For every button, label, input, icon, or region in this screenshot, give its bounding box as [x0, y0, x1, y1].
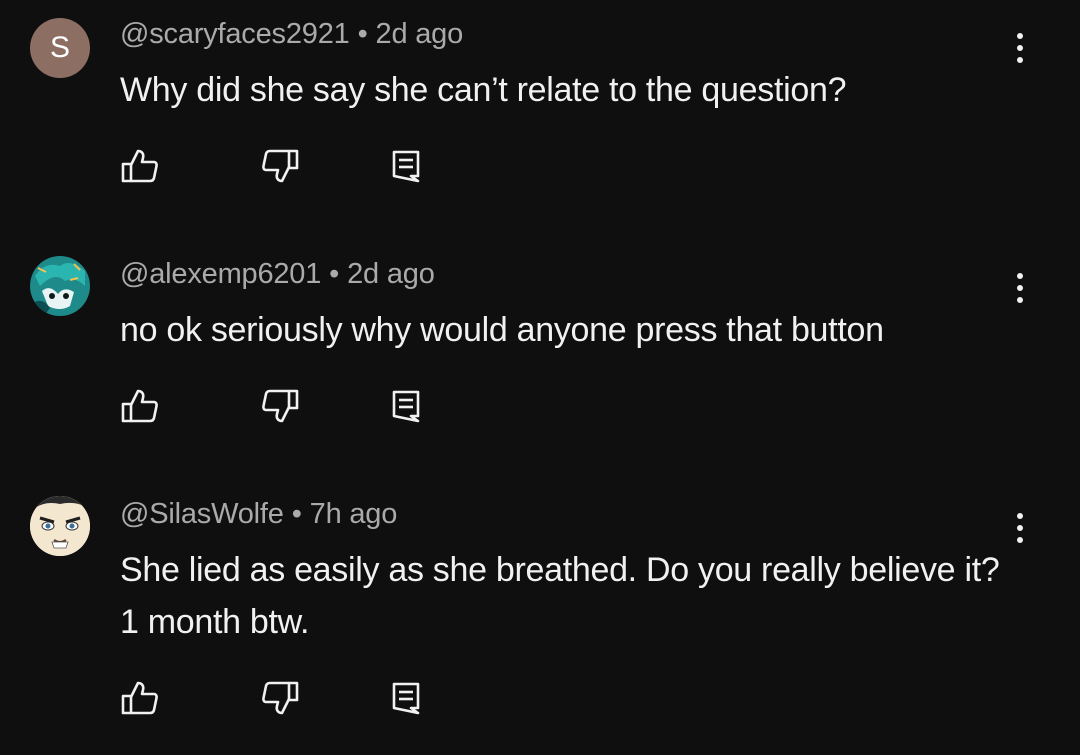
comment-text: Why did she say she can’t relate to the … — [120, 71, 847, 109]
avatar[interactable] — [30, 496, 90, 556]
more-vert-icon — [1017, 273, 1023, 279]
comment-item: @SilasWolfe • 7h ago She lied as easily as… — [0, 496, 1080, 746]
dislike-icon — [262, 149, 299, 183]
more-options-button[interactable] — [1005, 28, 1035, 68]
avatar-image-icon — [30, 496, 90, 556]
reply-icon — [392, 150, 420, 183]
comment-time[interactable]: 7h ago — [310, 498, 398, 530]
avatar[interactable] — [30, 256, 90, 316]
meta-separator: • — [329, 258, 340, 290]
comment-meta: @alexemp6201 • 2d ago — [120, 258, 435, 291]
comment-actions — [0, 678, 1080, 718]
comment-item: S @scaryfaces2921 • 2d ago Why did she say… — [0, 16, 1080, 216]
like-icon — [121, 681, 158, 715]
more-vert-icon — [1017, 513, 1023, 519]
dislike-icon — [262, 681, 299, 715]
avatar-letter: S — [49, 31, 70, 64]
dislike-button[interactable] — [258, 386, 302, 426]
comment-text: She lied as easily as she breathed. Do y… — [120, 551, 1000, 641]
more-vert-dot — [1017, 537, 1023, 543]
comment-author[interactable]: @SilasWolfe — [120, 498, 284, 530]
more-options-button[interactable] — [1005, 268, 1035, 308]
reply-button[interactable] — [384, 146, 428, 186]
comment-meta: @scaryfaces2921 • 2d ago — [120, 18, 463, 51]
comment-time[interactable]: 2d ago — [347, 258, 435, 290]
reply-button[interactable] — [384, 386, 428, 426]
like-icon — [121, 149, 158, 183]
like-button[interactable] — [118, 678, 162, 718]
like-button[interactable] — [118, 146, 162, 186]
more-vert-dot — [1017, 525, 1023, 531]
comment-actions — [0, 146, 1080, 186]
comment-text: no ok seriously why would anyone press t… — [120, 311, 884, 349]
comment-meta: @SilasWolfe • 7h ago — [120, 498, 397, 531]
dislike-button[interactable] — [258, 146, 302, 186]
reply-icon — [392, 390, 420, 423]
reply-button[interactable] — [384, 678, 428, 718]
comment-time[interactable]: 2d ago — [376, 18, 464, 50]
reply-icon — [392, 682, 420, 715]
more-options-button[interactable] — [1005, 508, 1035, 548]
meta-separator: • — [291, 498, 302, 530]
more-vert-dot — [1017, 57, 1023, 63]
comment-item: @alexemp6201 • 2d ago no ok seriously why … — [0, 256, 1080, 456]
avatar[interactable]: S — [30, 18, 90, 78]
dislike-button[interactable] — [258, 678, 302, 718]
more-vert-dot — [1017, 297, 1023, 303]
more-vert-dot — [1017, 45, 1023, 51]
avatar-image-icon — [30, 256, 90, 316]
like-icon — [121, 389, 158, 423]
meta-separator: • — [357, 18, 368, 50]
comment-actions — [0, 386, 1080, 426]
more-vert-icon — [1017, 33, 1023, 39]
more-vert-dot — [1017, 285, 1023, 291]
dislike-icon — [262, 389, 299, 423]
comment-author[interactable]: @scaryfaces2921 — [120, 18, 350, 50]
comment-author[interactable]: @alexemp6201 — [120, 258, 321, 290]
like-button[interactable] — [118, 386, 162, 426]
